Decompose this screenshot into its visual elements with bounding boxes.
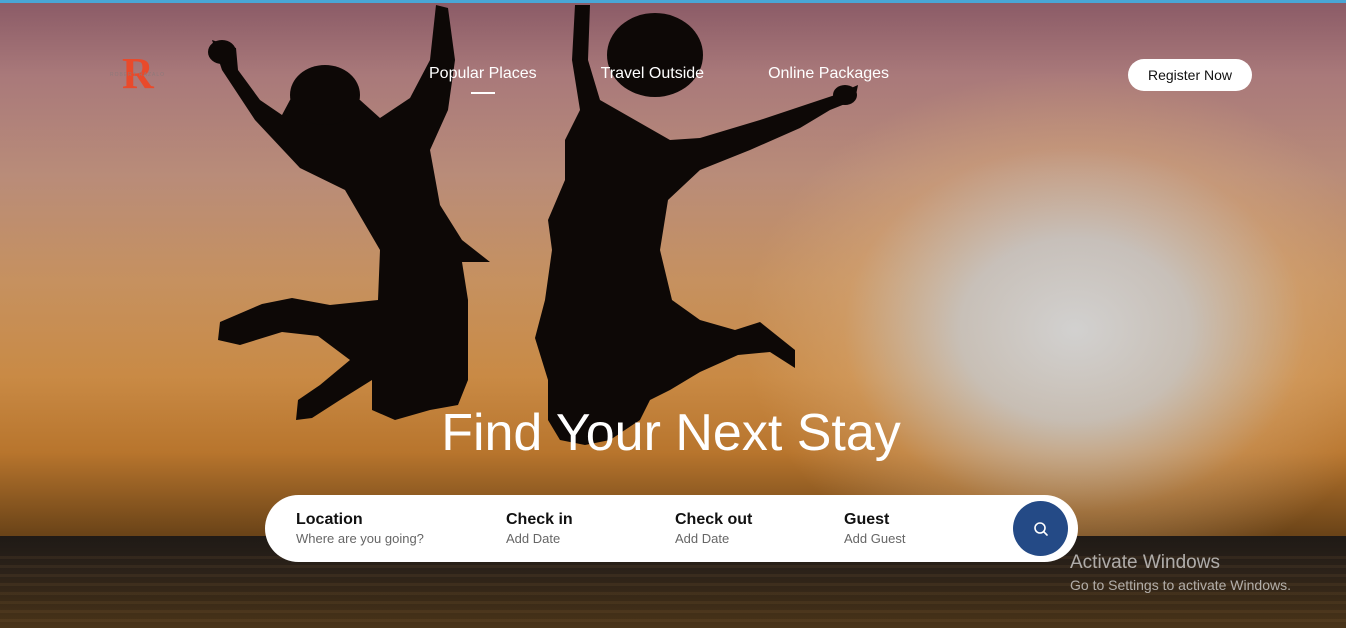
search-bar: Location Where are you going? Check in A… bbox=[265, 495, 1078, 562]
location-field[interactable]: Location Where are you going? bbox=[296, 511, 424, 546]
watermark-subtitle: Go to Settings to activate Windows. bbox=[1070, 577, 1291, 593]
guest-field[interactable]: Guest Add Guest bbox=[844, 511, 905, 546]
location-label: Location bbox=[296, 511, 363, 528]
windows-activation-watermark: Activate Windows Go to Settings to activ… bbox=[1070, 552, 1291, 593]
check-out-field[interactable]: Check out Add Date bbox=[675, 511, 752, 546]
main-nav: Popular Places Travel Outside Online Pac… bbox=[429, 65, 889, 83]
location-placeholder: Where are you going? bbox=[296, 531, 424, 546]
check-in-label: Check in bbox=[506, 511, 573, 528]
guest-label: Guest bbox=[844, 511, 890, 528]
site-logo[interactable]: R ROBERT RAZALO bbox=[110, 52, 164, 96]
search-button[interactable] bbox=[1013, 501, 1068, 556]
top-accent-line bbox=[0, 0, 1346, 3]
check-in-placeholder: Add Date bbox=[506, 531, 561, 546]
check-out-placeholder: Add Date bbox=[675, 531, 730, 546]
nav-item-online-packages[interactable]: Online Packages bbox=[768, 65, 889, 83]
search-icon bbox=[1033, 521, 1048, 536]
nav-item-popular-places[interactable]: Popular Places bbox=[429, 65, 537, 83]
nav-item-travel-outside[interactable]: Travel Outside bbox=[601, 65, 704, 83]
check-in-field[interactable]: Check in Add Date bbox=[506, 511, 573, 546]
guest-placeholder: Add Guest bbox=[844, 531, 906, 546]
logo-brand-text: ROBERT RAZALO bbox=[110, 72, 166, 78]
watermark-title: Activate Windows bbox=[1070, 552, 1220, 573]
hero-headline: Find Your Next Stay bbox=[441, 404, 901, 462]
register-now-button[interactable]: Register Now bbox=[1128, 59, 1252, 91]
check-out-label: Check out bbox=[675, 511, 753, 528]
